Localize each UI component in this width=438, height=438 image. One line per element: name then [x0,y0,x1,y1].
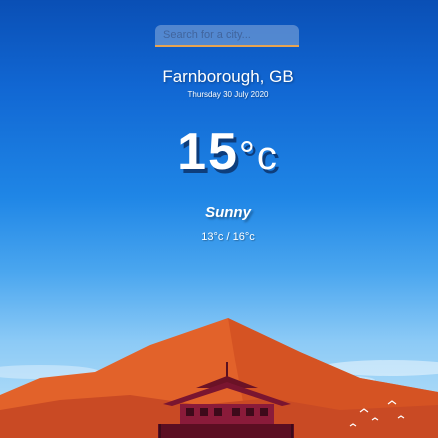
weather-condition: Sunny [205,204,251,221]
weather-app: Farnborough, GB Thursday 30 July 2020 15… [0,0,438,438]
temperature-display: 15°c [0,122,438,182]
temperature-range: 13°c / 16°c [201,231,255,243]
temperature-value: 15 [177,123,239,181]
location-name: Farnborough, GB [162,67,294,86]
city-search-input[interactable] [155,25,299,47]
search-container [155,25,299,47]
temperature-unit: °c [238,134,279,178]
current-date: Thursday 30 July 2020 [187,90,269,99]
